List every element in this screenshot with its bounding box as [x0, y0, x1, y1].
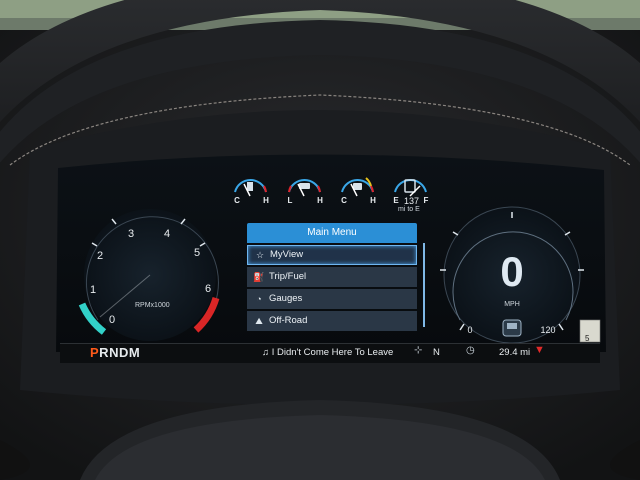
- side-badge-value: 5: [585, 334, 590, 343]
- drive-mode-indicator: N: [433, 347, 440, 358]
- gear-letter-manual: M: [128, 345, 141, 360]
- gauge-icon: ◔: [256, 294, 262, 304]
- menu-item-off-road[interactable]: ⛰ Off-Road: [247, 311, 417, 331]
- oil-gauge-high-label: H: [317, 196, 323, 205]
- fuel-gauge-full-label: F: [423, 196, 429, 205]
- speed-unit-label: MPH: [504, 301, 520, 308]
- coolant-gauge-high-label: H: [263, 196, 269, 205]
- rpm-tick-2: 2: [96, 250, 104, 262]
- speed-limit-icon: ◷: [466, 345, 475, 356]
- main-menu-title: Main Menu: [247, 223, 417, 243]
- speed-readout: 0: [500, 248, 524, 295]
- trip-distance: 29.4 mi: [499, 347, 531, 358]
- fuel-range-value: 137: [404, 196, 420, 206]
- rpm-tick-6: 6: [204, 283, 212, 295]
- music-note-icon: ♫: [262, 347, 272, 358]
- speed-min-label: 0: [467, 325, 473, 335]
- menu-item-gauges[interactable]: ◔ Gauges: [247, 289, 417, 309]
- gear-letter-park: P: [90, 345, 100, 360]
- menu-item-myview[interactable]: ☆ MyView: [247, 245, 417, 265]
- song-title: I Didn't Come Here To Leave: [271, 347, 394, 358]
- oil-gauge-low-label: L: [287, 196, 293, 205]
- gear-selector-display: PRNDM: [90, 345, 140, 360]
- fuel-gauge-empty-label: E: [393, 196, 399, 205]
- rpm-unit-label: RPMx1000: [135, 302, 170, 309]
- star-icon: ☆: [255, 250, 265, 260]
- rpm-tick-1: 1: [89, 284, 97, 296]
- menu-item-label: Gauges: [269, 293, 303, 304]
- speed-max-label: 120: [540, 325, 556, 335]
- coolant-gauge-low-label: C: [234, 196, 240, 205]
- trans-gauge-low-label: C: [341, 196, 347, 205]
- offroad-icon: ⛰: [255, 316, 263, 326]
- trans-gauge-high-label: H: [370, 196, 376, 205]
- main-menu: Main Menu ☆ MyView ⛽ Trip/Fuel ◔ Gauges …: [247, 223, 417, 331]
- 4wd-icon: ⊹: [414, 345, 423, 356]
- menu-item-label: Trip/Fuel: [269, 271, 307, 282]
- menu-item-label: MyView: [270, 249, 304, 260]
- fuel-range-unit: mi to E: [398, 206, 420, 213]
- gear-letter-drive: D: [118, 345, 129, 360]
- gear-letter-reverse: R: [99, 345, 110, 360]
- menu-item-trip-fuel[interactable]: ⛽ Trip/Fuel: [247, 267, 417, 287]
- rpm-tick-5: 5: [193, 247, 201, 259]
- rpm-tick-4: 4: [163, 228, 171, 240]
- menu-scrollbar[interactable]: [423, 243, 425, 327]
- rpm-tick-3: 3: [127, 228, 135, 240]
- menu-item-label: Off-Road: [269, 315, 308, 326]
- now-playing: ♫ I Didn't Come Here To Leave: [262, 347, 393, 358]
- rpm-tick-0: 0: [108, 314, 116, 326]
- red-arrow-down-icon: ▼: [534, 344, 545, 356]
- fuel-pump-icon: ⛽: [253, 272, 265, 282]
- gear-letter-neutral: N: [109, 345, 119, 360]
